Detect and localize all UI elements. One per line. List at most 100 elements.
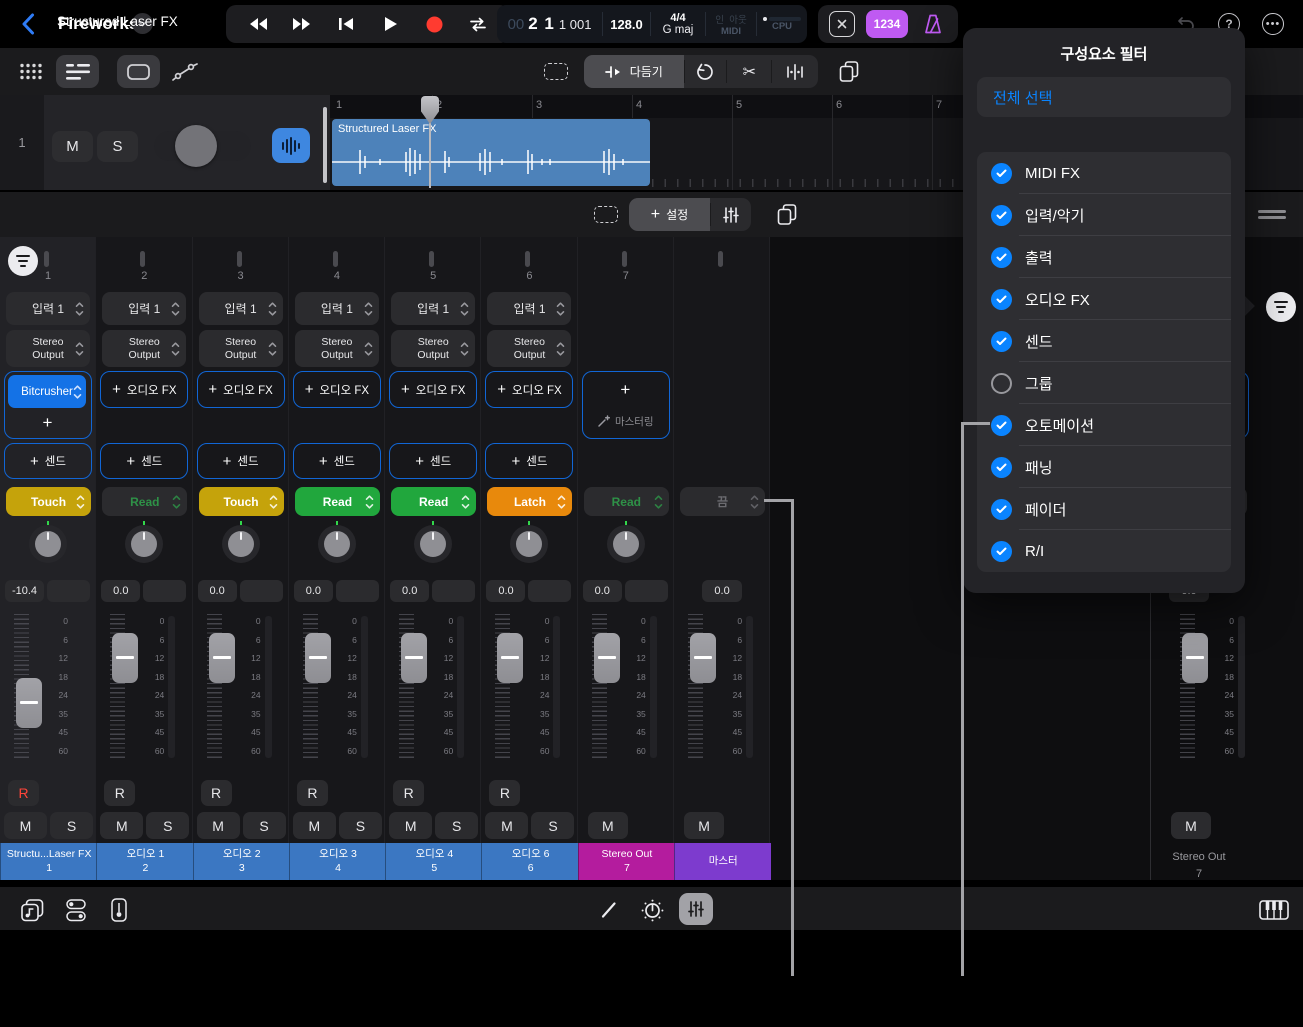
filter-item-센드[interactable]: 센드 xyxy=(977,320,1231,362)
channel-strip[interactable]: 1입력 1StereoOutputBitcrusher++센드Touch-10.… xyxy=(0,237,96,880)
solo-button[interactable]: S xyxy=(339,812,382,839)
pan-knob[interactable] xyxy=(318,525,356,563)
lcd-display[interactable]: 00 2 1 1 001 128.0 4/4 G maj 인 아웃 MIDI C… xyxy=(497,5,807,43)
mute-button[interactable]: M xyxy=(485,812,528,839)
record-enable-button[interactable]: R xyxy=(201,780,232,806)
add-send-button[interactable]: +센드 xyxy=(389,443,477,479)
secondary-value[interactable] xyxy=(47,580,90,602)
cycle-button[interactable] xyxy=(461,9,495,39)
track-volume-knob[interactable] xyxy=(175,125,217,167)
unchecked-circle-icon[interactable] xyxy=(991,373,1012,394)
dismiss-count-in-button[interactable] xyxy=(829,11,855,37)
track-name-plate[interactable]: 오디오 66 xyxy=(481,843,578,880)
channel-strip[interactable]: 7+마스터링Read0.006121824354560MStereo Out7 xyxy=(578,237,674,880)
input-selector[interactable]: 입력 1 xyxy=(487,292,571,325)
automation-mode-button[interactable]: 끔 xyxy=(680,487,765,516)
mixer-faders-button[interactable] xyxy=(711,198,751,231)
add-audio-fx-button[interactable]: +오디오 FX xyxy=(197,371,285,408)
add-send-button[interactable]: +센드 xyxy=(4,443,92,479)
mixer-copy-button[interactable] xyxy=(769,198,804,231)
fx-plugin-button[interactable]: Bitcrusher xyxy=(8,375,86,408)
region-tool-button[interactable] xyxy=(117,55,160,88)
track-header[interactable]: 1 Structured Laser FX M S xyxy=(0,95,330,190)
channel-strip[interactable]: 5입력 1StereoOutput+오디오 FX+센드Read0.0061218… xyxy=(385,237,481,880)
track-mute-button[interactable]: M xyxy=(52,131,93,162)
mastering-box[interactable]: +마스터링 xyxy=(582,371,670,439)
output-selector[interactable]: StereoOutput xyxy=(6,330,90,367)
track-icon-button[interactable] xyxy=(272,128,310,163)
output-selector[interactable]: StereoOutput xyxy=(295,330,379,367)
mixer-filter-button[interactable] xyxy=(1266,292,1296,322)
split-tool-button[interactable]: ✂ xyxy=(727,55,771,88)
track-name-plate[interactable]: Stereo Out7 xyxy=(578,843,675,880)
pan-knob[interactable] xyxy=(607,525,645,563)
mute-button[interactable]: M xyxy=(684,812,724,839)
browser-button[interactable] xyxy=(16,895,48,925)
filter-item-r-i[interactable]: R/I xyxy=(977,530,1231,572)
more-options-button[interactable]: ••• xyxy=(1262,13,1284,35)
filter-item-출력[interactable]: 출력 xyxy=(977,236,1231,278)
solo-button[interactable]: S xyxy=(531,812,574,839)
mixer-drag-handle[interactable] xyxy=(1258,210,1286,213)
checked-circle-icon[interactable] xyxy=(991,205,1012,226)
plugins-button[interactable] xyxy=(103,895,135,925)
automation-mode-button[interactable]: Read xyxy=(295,487,380,516)
pan-knob[interactable] xyxy=(414,525,452,563)
solo-button[interactable]: S xyxy=(435,812,478,839)
mute-button[interactable]: M xyxy=(293,812,336,839)
channel-strip[interactable]: 끔0.006121824354560M마스터 xyxy=(674,237,770,880)
add-send-button[interactable]: +센드 xyxy=(485,443,573,479)
track-name-plate[interactable]: 마스터 xyxy=(674,843,771,880)
channel-strip[interactable]: 4입력 1StereoOutput+오디오 FX+센드Read0.0061218… xyxy=(289,237,385,880)
track-name-plate[interactable]: 오디오 23 xyxy=(193,843,290,880)
checked-circle-icon[interactable] xyxy=(991,499,1012,520)
mute-button[interactable]: M xyxy=(389,812,432,839)
grid-view-button[interactable] xyxy=(14,55,48,88)
pan-value[interactable]: 0.0 xyxy=(294,580,333,602)
filter-item-패닝[interactable]: 패닝 xyxy=(977,446,1231,488)
pan-knob[interactable] xyxy=(29,525,67,563)
input-selector[interactable]: 입력 1 xyxy=(295,292,379,325)
fader-handle[interactable] xyxy=(594,633,620,683)
add-fx-button[interactable]: + xyxy=(583,377,668,403)
fader-handle[interactable] xyxy=(401,633,427,683)
secondary-value[interactable] xyxy=(528,580,571,602)
secondary-value[interactable] xyxy=(240,580,283,602)
input-selector[interactable]: 입력 1 xyxy=(6,292,90,325)
checked-circle-icon[interactable] xyxy=(991,289,1012,310)
pan-value[interactable]: 0.0 xyxy=(583,580,622,602)
solo-button[interactable]: S xyxy=(243,812,286,839)
trim-tool-button[interactable]: 다듬기 xyxy=(584,55,684,88)
automation-view-button[interactable] xyxy=(165,55,205,88)
mute-button[interactable]: M xyxy=(100,812,143,839)
output-selector[interactable]: StereoOutput xyxy=(102,330,186,367)
automation-mode-button[interactable]: Read xyxy=(102,487,187,516)
secondary-value[interactable] xyxy=(432,580,475,602)
pan-value[interactable]: 0.0 xyxy=(198,580,237,602)
loop-tool-button[interactable] xyxy=(685,55,727,88)
count-in-button[interactable]: 1234 xyxy=(866,10,908,38)
pan-value[interactable]: 0.0 xyxy=(702,580,742,602)
fader-handle[interactable] xyxy=(16,678,42,728)
add-audio-fx-button[interactable]: +오디오 FX xyxy=(293,371,381,408)
pan-knob[interactable] xyxy=(510,525,548,563)
pan-value[interactable]: 0.0 xyxy=(390,580,429,602)
track-scrollbar[interactable] xyxy=(323,107,327,183)
filter-item-오토메이션[interactable]: 오토메이션 xyxy=(977,404,1231,446)
record-enable-button[interactable]: R xyxy=(8,780,39,806)
add-send-button[interactable]: +센드 xyxy=(293,443,381,479)
fader-handle[interactable] xyxy=(1182,633,1208,683)
automation-mode-button[interactable]: Latch xyxy=(487,487,572,516)
mixer-settings-button[interactable]: + 설정 xyxy=(629,198,710,231)
filter-item-midi-fx[interactable]: MIDI FX xyxy=(977,152,1231,194)
add-audio-fx-button[interactable]: +오디오 FX xyxy=(389,371,477,408)
pan-knob[interactable] xyxy=(125,525,163,563)
metronome-button[interactable] xyxy=(919,10,947,38)
add-fx-button[interactable]: + xyxy=(5,410,90,436)
track-name-plate[interactable]: 오디오 34 xyxy=(289,843,386,880)
channel-strip[interactable]: 6입력 1StereoOutput+오디오 FX+센드Latch0.006121… xyxy=(481,237,577,880)
automation-mode-button[interactable]: Read xyxy=(584,487,669,516)
filter-item-그룹[interactable]: 그룹 xyxy=(977,362,1231,404)
dial-mode-button[interactable] xyxy=(637,895,667,925)
filter-item-입력-악기[interactable]: 입력/악기 xyxy=(977,194,1231,236)
